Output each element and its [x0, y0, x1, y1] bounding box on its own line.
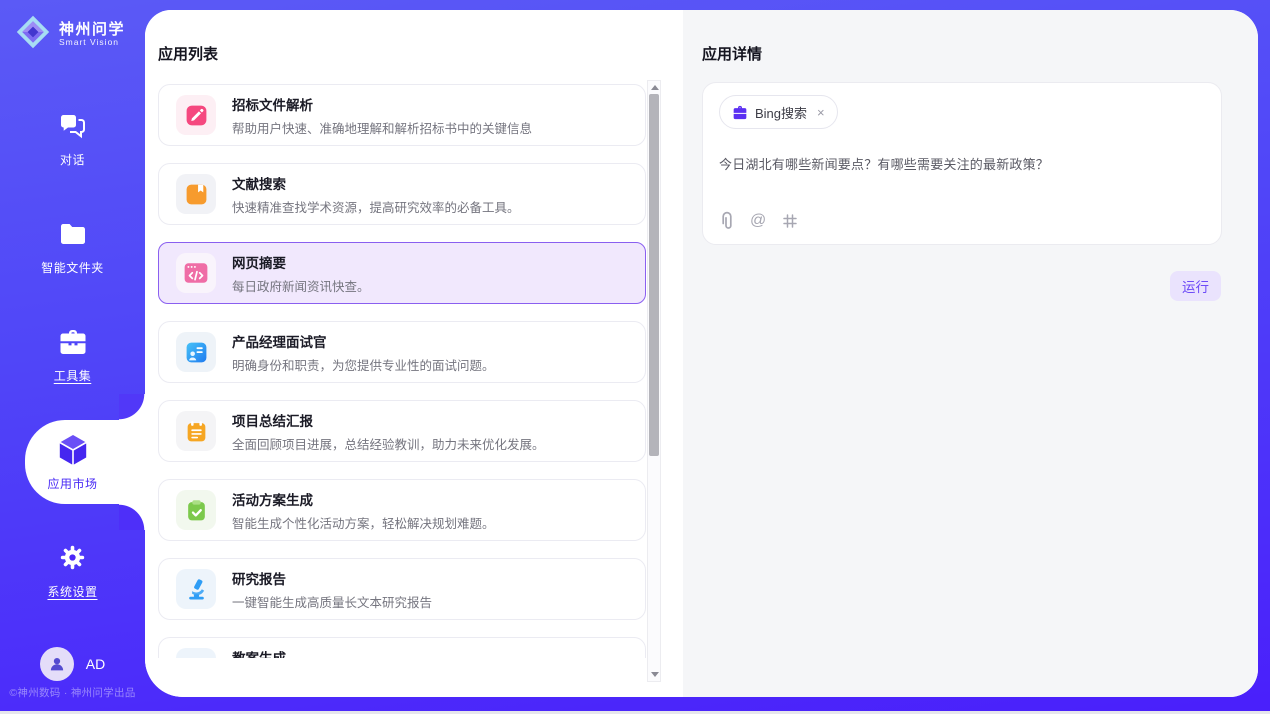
paperclip-icon[interactable]	[720, 211, 734, 231]
clipboard-check-icon	[176, 490, 216, 530]
app-detail-panel: 应用详情 Bing搜索 × 今日湖北有哪些新闻要点？有哪些需要关注的最新政策？ …	[683, 10, 1258, 697]
user-initials: AD	[86, 656, 105, 672]
bubble-notch-top	[119, 394, 145, 420]
brand-name: 神州问学	[59, 21, 125, 38]
app-card[interactable]: 教案生成 模板驱动，教案秒成，教学准备从此轻松快捷	[158, 637, 646, 658]
sidebar-item[interactable]: 工具集	[0, 300, 145, 408]
user-badge[interactable]: AD	[0, 647, 145, 681]
app-card[interactable]: 项目总结汇报 全面回顾项目进展，总结经验教训，助力未来优化发展。	[158, 400, 646, 462]
app-detail-title: 应用详情	[702, 43, 762, 64]
chat-icon	[58, 109, 88, 143]
app-card-description: 帮助用户快速、准确地理解和解析招标书中的关键信息	[232, 118, 532, 137]
sidebar-item[interactable]: 系统设置	[0, 516, 145, 624]
gear-icon	[59, 541, 86, 575]
app-card[interactable]: 研究报告 一键智能生成高质量长文本研究报告	[158, 558, 646, 620]
run-button[interactable]: 运行	[1170, 271, 1221, 301]
prompt-card[interactable]: Bing搜索 × 今日湖北有哪些新闻要点？有哪些需要关注的最新政策？ @	[702, 82, 1222, 245]
tool-chip[interactable]: Bing搜索 ×	[719, 95, 838, 129]
app-card-title: 网页摘要	[232, 252, 370, 272]
brand-logo: 神州问学 Smart Vision	[15, 13, 125, 56]
books-icon	[176, 648, 216, 658]
prompt-toolbar: @	[720, 211, 798, 231]
interviewer-icon	[176, 332, 216, 372]
avatar[interactable]	[40, 647, 74, 681]
microscope-icon	[176, 569, 216, 609]
app-card-description: 智能生成个性化活动方案，轻松解决规划难题。	[232, 513, 495, 532]
diamond-logo-icon	[15, 13, 51, 56]
scroll-up-arrow-icon[interactable]	[651, 85, 659, 90]
app-card[interactable]: 网页摘要 每日政府新闻资讯快查。	[158, 242, 646, 304]
app-card-title: 活动方案生成	[232, 489, 495, 509]
app-card-description: 快速精准查找学术资源，提高研究效率的必备工具。	[232, 197, 520, 216]
brand-subtitle: Smart Vision	[59, 38, 125, 48]
sidebar-item[interactable]: 智能文件夹	[0, 192, 145, 300]
sidebar-item-label: 应用市场	[47, 475, 97, 492]
tool-chip-label: Bing搜索	[755, 103, 807, 122]
at-icon[interactable]: @	[750, 213, 766, 229]
cube-icon	[56, 433, 90, 467]
app-card[interactable]: 活动方案生成 智能生成个性化活动方案，轻松解决规划难题。	[158, 479, 646, 541]
edit-document-icon	[176, 95, 216, 135]
app-card[interactable]: 产品经理面试官 明确身份和职责，为您提供专业性的面试问题。	[158, 321, 646, 383]
app-list: 招标文件解析 帮助用户快速、准确地理解和解析招标书中的关键信息 文献搜索 快速精…	[158, 84, 646, 658]
person-icon	[48, 655, 66, 673]
sidebar: 神州问学 Smart Vision 对话 智能文件夹 工具集 应用市场	[0, 0, 145, 714]
sidebar-item-label: 工具集	[54, 367, 92, 384]
prompt-text[interactable]: 今日湖北有哪些新闻要点？有哪些需要关注的最新政策？	[719, 154, 1205, 173]
sidebar-item-label: 对话	[60, 151, 85, 168]
app-list-panel: 应用列表 招标文件解析 帮助用户快速、准确地理解和解析招标书中的关键信息 文献搜…	[145, 10, 683, 697]
app-card-title: 文献搜索	[232, 173, 520, 193]
toolbox-icon	[58, 325, 88, 359]
sidebar-item-label: 系统设置	[47, 583, 97, 600]
folder-icon	[59, 217, 87, 251]
web-code-icon	[176, 253, 216, 293]
chip-close-icon[interactable]: ×	[817, 105, 825, 120]
app-card-description: 一键智能生成高质量长文本研究报告	[232, 592, 432, 611]
app-card-description: 全面回顾项目进展，总结经验教训，助力未来优化发展。	[232, 434, 545, 453]
app-card-title: 教案生成	[232, 647, 482, 659]
app-card[interactable]: 文献搜索 快速精准查找学术资源，提高研究效率的必备工具。	[158, 163, 646, 225]
main-content: 应用列表 招标文件解析 帮助用户快速、准确地理解和解析招标书中的关键信息 文献搜…	[145, 10, 1258, 697]
app-card-title: 招标文件解析	[232, 94, 532, 114]
briefcase-icon	[732, 105, 748, 120]
sidebar-nav: 对话 智能文件夹 工具集 应用市场 系统设置	[0, 84, 145, 624]
book-icon	[176, 174, 216, 214]
scrollbar[interactable]	[647, 80, 661, 682]
sidebar-item[interactable]: 应用市场	[0, 408, 145, 516]
app-card-description: 每日政府新闻资讯快查。	[232, 276, 370, 295]
app-card-title: 产品经理面试官	[232, 331, 495, 351]
app-list-title: 应用列表	[158, 43, 218, 64]
sidebar-item[interactable]: 对话	[0, 84, 145, 192]
copyright-footer: ©神州数码 · 神州问学出品	[0, 685, 145, 700]
app-card-title: 项目总结汇报	[232, 410, 545, 430]
app-card-title: 研究报告	[232, 568, 432, 588]
app-card-description: 明确身份和职责，为您提供专业性的面试问题。	[232, 355, 495, 374]
scroll-down-arrow-icon[interactable]	[651, 672, 659, 677]
app-card[interactable]: 招标文件解析 帮助用户快速、准确地理解和解析招标书中的关键信息	[158, 84, 646, 146]
sidebar-item-label: 智能文件夹	[41, 259, 104, 276]
notepad-icon	[176, 411, 216, 451]
scrollbar-thumb[interactable]	[649, 94, 659, 456]
hash-icon[interactable]	[782, 213, 798, 229]
